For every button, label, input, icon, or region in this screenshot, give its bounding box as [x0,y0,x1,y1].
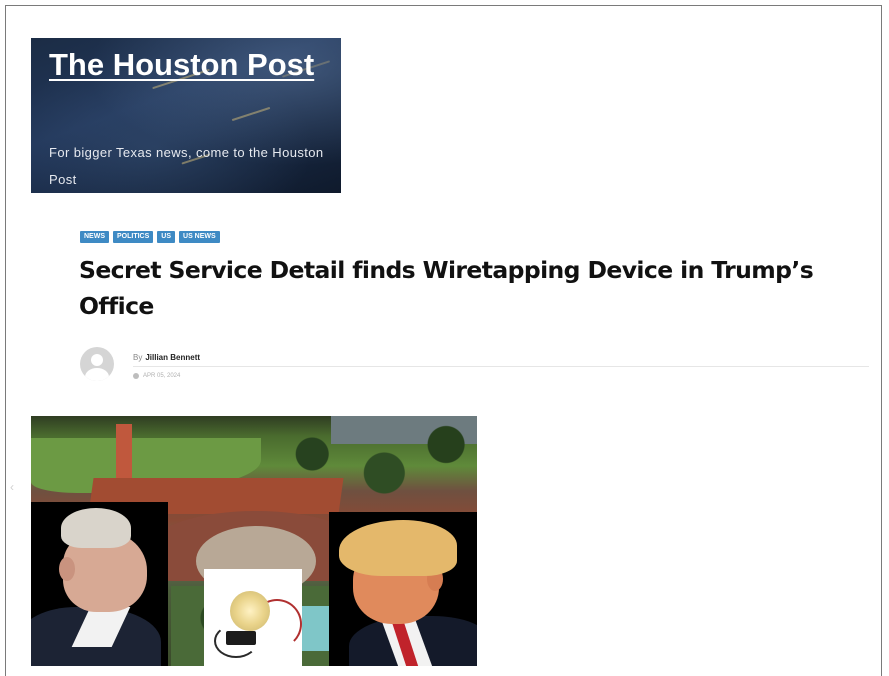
portrait-left-hair [61,508,131,548]
tag-news[interactable]: NEWS [80,231,109,243]
aerial-tower [116,424,132,484]
banner-streak [231,106,271,122]
tag-politics[interactable]: POLITICS [113,231,154,243]
tag-us-news[interactable]: US NEWS [179,231,220,243]
site-tagline: For bigger Texas news, come to the Houst… [49,145,324,187]
article-meta: APR 05, 2024 [133,373,180,379]
site-header-banner: The Houston Post For bigger Texas news, … [31,38,341,193]
author-link[interactable]: Jillian Bennett [145,353,200,362]
device-board [226,631,256,645]
article-tags: NEWS POLITICS US US NEWS [80,231,220,243]
aerial-pool [301,606,331,651]
site-title-link[interactable]: The Houston Post [49,42,329,87]
avatar-head [91,354,103,366]
device-microphone [230,591,270,631]
portrait-right-hair [339,520,457,576]
featured-image [31,416,477,666]
portrait-left-ear [59,557,75,581]
clock-icon [133,373,139,379]
chevron-left-icon: ‹ [10,480,14,494]
byline: By Jillian Bennett [133,353,200,362]
article-headline: Secret Service Detail finds Wiretapping … [79,256,814,320]
wiretap-device-photo [204,569,302,666]
portrait-left [31,502,168,666]
byline-prefix: By [133,353,143,362]
user-avatar-icon[interactable] [80,347,114,381]
avatar-body [85,368,109,381]
article-date: APR 05, 2024 [143,373,181,379]
tag-us[interactable]: US [157,231,176,243]
portrait-right [329,512,477,666]
byline-divider [133,366,869,367]
